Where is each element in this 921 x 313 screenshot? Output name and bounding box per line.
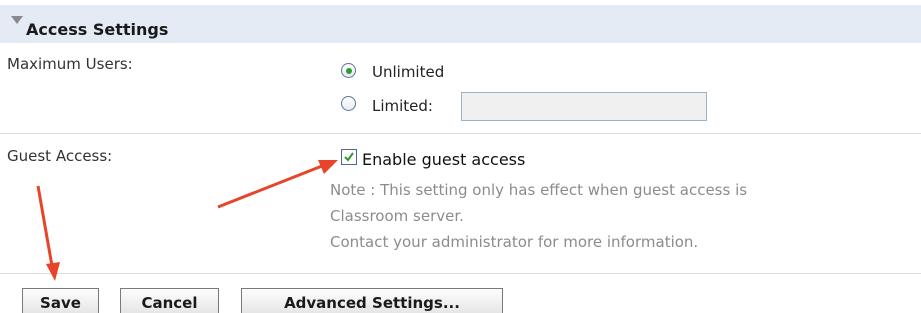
section-title: Access Settings — [26, 20, 169, 39]
advanced-settings-button[interactable]: Advanced Settings... — [241, 288, 503, 313]
radio-limited-label[interactable]: Limited: — [372, 97, 433, 115]
triangle-down-icon[interactable] — [10, 14, 24, 26]
checkmark-icon — [344, 152, 354, 162]
max-users-label: Maximum Users: — [7, 55, 133, 73]
guest-access-label: Guest Access: — [7, 147, 113, 165]
limited-users-input[interactable] — [461, 92, 707, 121]
radio-selected-dot — [345, 67, 352, 74]
note-line: Note : This setting only has effect when… — [330, 181, 748, 199]
radio-limited[interactable] — [341, 96, 356, 111]
radio-unlimited[interactable] — [341, 63, 356, 78]
enable-guest-checkbox[interactable] — [341, 149, 357, 165]
divider — [0, 133, 921, 134]
enable-guest-label[interactable]: Enable guest access — [362, 150, 525, 169]
cancel-button[interactable]: Cancel — [120, 288, 219, 313]
note-line: Contact your administrator for more info… — [330, 233, 699, 251]
note-line: Classroom server. — [330, 207, 464, 225]
save-button[interactable]: Save — [22, 288, 99, 313]
radio-unlimited-label[interactable]: Unlimited — [372, 63, 444, 81]
annotation-arrow — [217, 160, 338, 209]
section-header[interactable]: Access Settings — [0, 5, 921, 43]
divider — [0, 273, 921, 274]
annotation-arrow — [36, 185, 60, 281]
